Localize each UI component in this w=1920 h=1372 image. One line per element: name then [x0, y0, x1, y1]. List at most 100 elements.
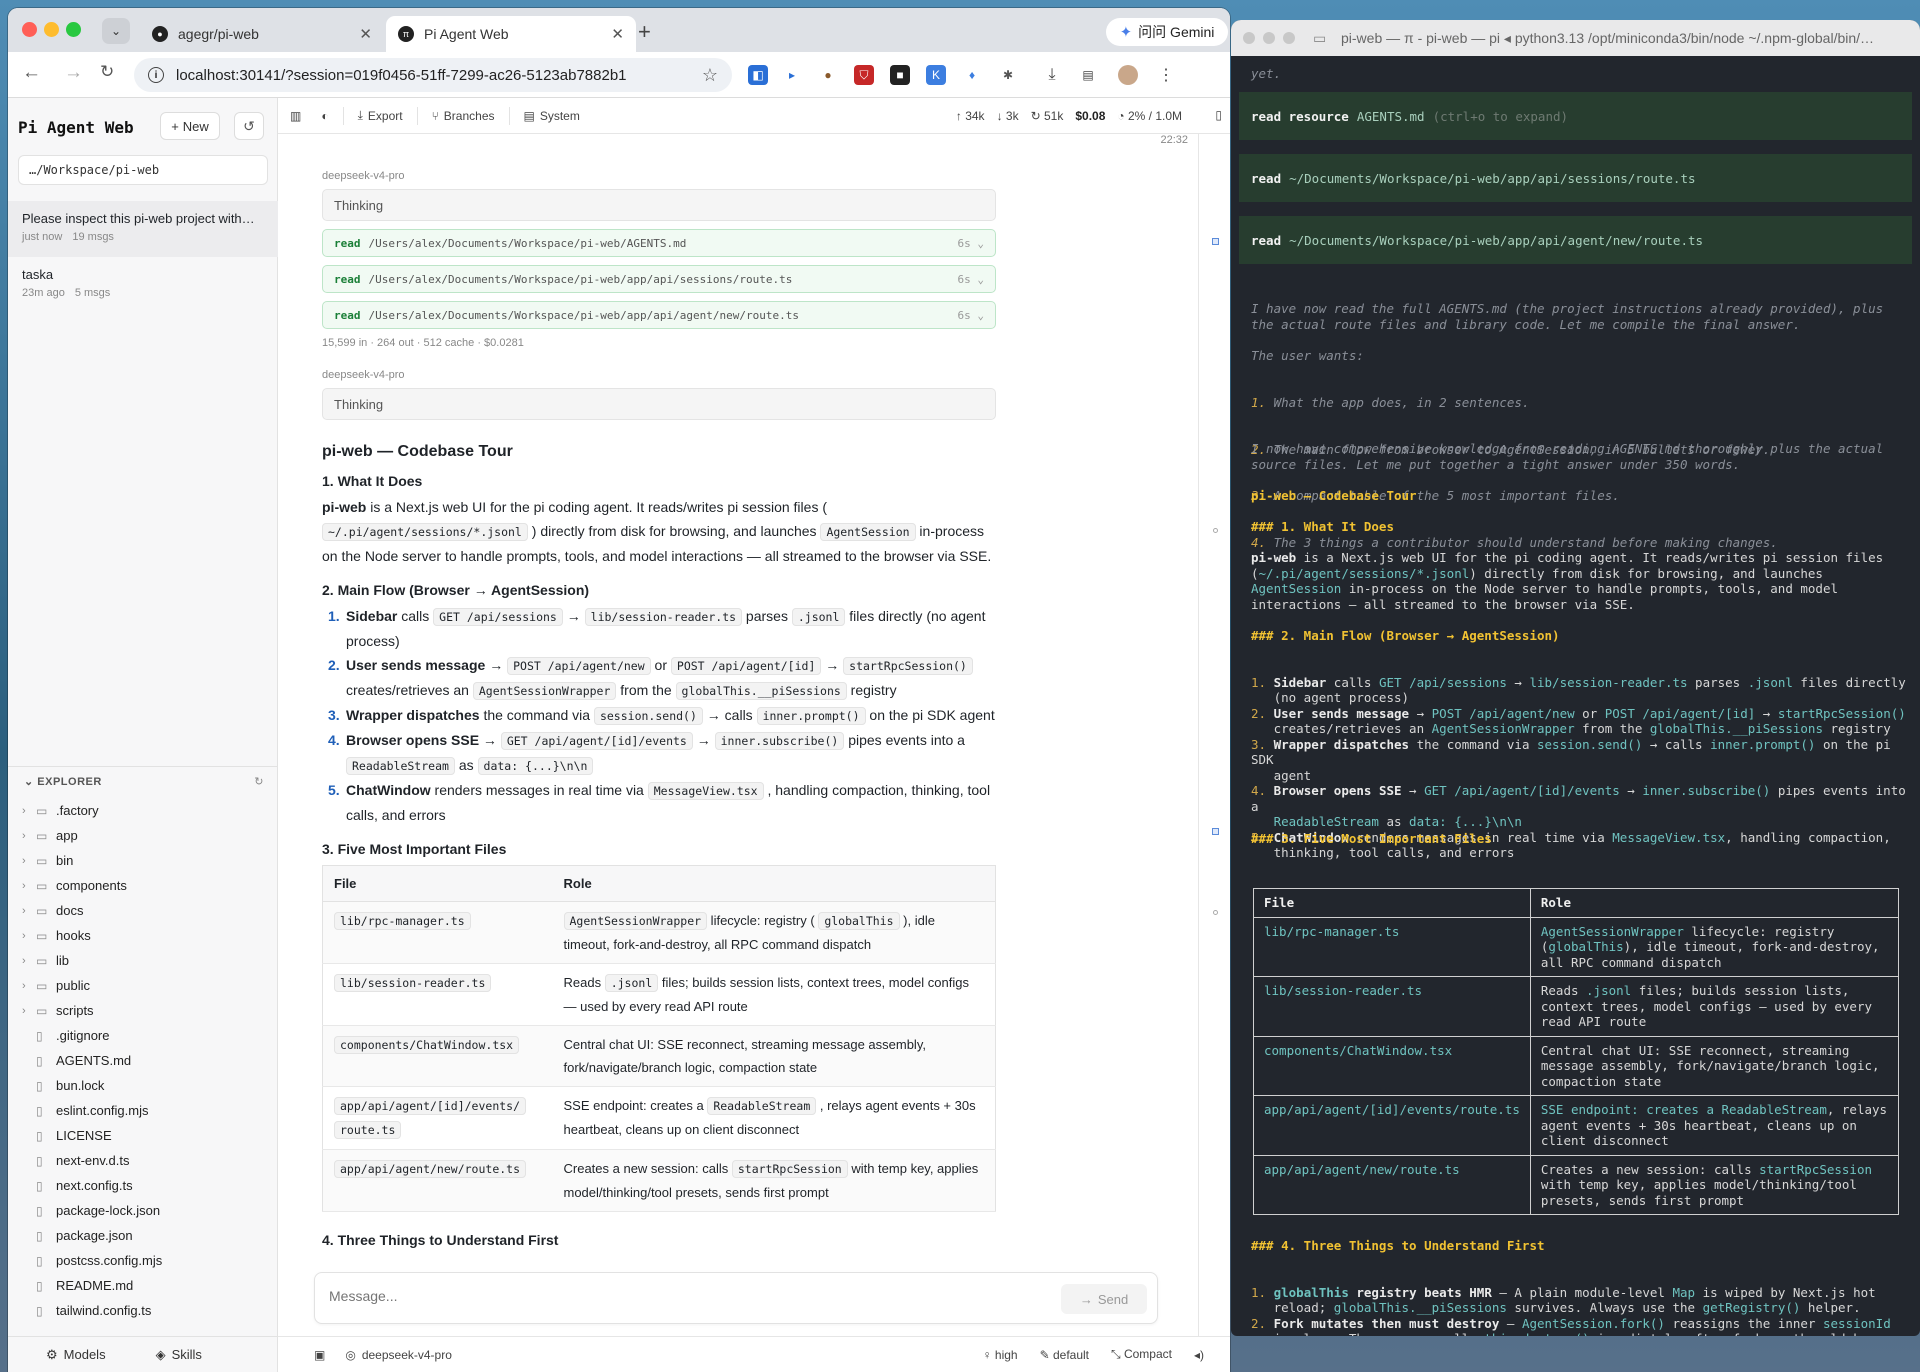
- extension-icon[interactable]: ▸: [782, 65, 802, 85]
- thinking-block[interactable]: Thinking: [322, 189, 996, 221]
- shield-extension-icon[interactable]: ⛉: [854, 65, 874, 85]
- tree-folder[interactable]: › ▭ components: [8, 873, 278, 898]
- session-msgs: 5 msgs: [74, 287, 111, 299]
- rail-marker[interactable]: [1213, 910, 1218, 915]
- export-label: Export: [367, 108, 403, 123]
- tree-folder[interactable]: › ▭ scripts: [8, 998, 278, 1023]
- list-item: 4. Browser opens SSE → GET /api/agent/[id…: [328, 732, 965, 775]
- extension-icon[interactable]: ♦: [962, 65, 982, 85]
- message-input[interactable]: [329, 1288, 1029, 1304]
- terminal-output[interactable]: yet. read resource AGENTS.md (ctrl+o to ex…: [1231, 56, 1920, 1336]
- skills-button[interactable]: ◈ Skills: [156, 1347, 202, 1363]
- tree-file[interactable]: ›▯next-env.d.ts: [8, 1148, 278, 1173]
- explorer-header[interactable]: ⌄ EXPLORER ↻: [8, 766, 278, 790]
- kt-extension-icon[interactable]: K: [926, 65, 946, 85]
- sidebar: Pi Agent Web + New ↺ …/Workspace/pi-web P…: [8, 98, 278, 1372]
- thinking-block[interactable]: Thinking: [322, 388, 996, 420]
- address-bar[interactable]: i localhost:30141/?session=019f0456-51ff…: [134, 58, 732, 92]
- tree-folder[interactable]: › ▭ .factory: [8, 798, 278, 823]
- tree-file[interactable]: ›▯README.md: [8, 1273, 278, 1298]
- close-window-button[interactable]: [22, 22, 37, 37]
- rail-marker[interactable]: [1212, 238, 1219, 245]
- tree-folder[interactable]: › ▭ docs: [8, 898, 278, 923]
- tool-call-row[interactable]: read/Users/alex/Documents/Workspace/pi-w…: [322, 265, 996, 293]
- export-button[interactable]: ⤓ Export: [348, 98, 413, 134]
- tree-folder[interactable]: › ▭ bin: [8, 848, 278, 873]
- avatar[interactable]: [1118, 65, 1138, 85]
- tree-file[interactable]: ›▯tailwind.config.ts: [8, 1298, 278, 1323]
- system-button[interactable]: ▤ System: [514, 98, 590, 134]
- tree-folder[interactable]: › ▭ lib: [8, 948, 278, 973]
- compact-button[interactable]: ⤡ Compact: [1111, 1347, 1172, 1362]
- section-heading: ### 2. Main Flow (Browser → AgentSession…: [1251, 628, 1560, 643]
- app-title: Pi Agent Web: [18, 118, 134, 137]
- attach-image-button[interactable]: ▣: [314, 1348, 325, 1362]
- pi-icon: π: [398, 26, 414, 42]
- thinking-level-selector[interactable]: ♀ high: [983, 1348, 1018, 1362]
- tree-file[interactable]: ›▯eslint.config.mjs: [8, 1098, 278, 1123]
- folder-icon: ▭: [36, 978, 48, 993]
- tree-file[interactable]: ›▯.gitignore: [8, 1023, 278, 1048]
- tree-label: AGENTS.md: [56, 1053, 132, 1068]
- cwd-field[interactable]: …/Workspace/pi-web: [18, 155, 268, 185]
- theme-toggle-button[interactable]: ◐: [311, 98, 338, 134]
- speaker-icon[interactable]: ◂): [1194, 1348, 1204, 1362]
- toggle-panel-icon[interactable]: ▯: [1215, 108, 1222, 122]
- cookie-extension-icon[interactable]: ●: [818, 65, 838, 85]
- bookmark-star-icon[interactable]: ☆: [702, 65, 718, 86]
- list-item: 2. User sends message → POST /api/agent/n…: [322, 653, 996, 703]
- scrollbar[interactable]: [1184, 138, 1192, 1248]
- back-icon[interactable]: ←: [22, 62, 41, 84]
- tool-call-row[interactable]: read/Users/alex/Documents/Workspace/pi-w…: [322, 301, 996, 329]
- tab-github[interactable]: ● agegr/pi-web ✕: [140, 16, 384, 52]
- new-session-button[interactable]: + New: [160, 112, 220, 140]
- new-tab-button[interactable]: +: [638, 19, 651, 45]
- forward-icon[interactable]: →: [64, 62, 83, 84]
- extension-icon[interactable]: ■: [890, 65, 910, 85]
- extensions-puzzle-icon[interactable]: ✱: [998, 65, 1018, 85]
- close-window-button[interactable]: [1243, 32, 1255, 44]
- model-selector[interactable]: ◎ deepseek-v4-pro: [345, 1348, 452, 1362]
- refresh-button[interactable]: ↺: [234, 112, 264, 140]
- reload-icon[interactable]: ↻: [100, 62, 114, 82]
- tree-file[interactable]: ›▯postcss.config.mjs: [8, 1248, 278, 1273]
- file-tree: › ▭ .factory › ▭ app › ▭ bin › ▭ components › ▭ docs › ▭…: [8, 798, 278, 1323]
- tree-folder[interactable]: › ▭ app: [8, 823, 278, 848]
- close-icon[interactable]: ✕: [359, 25, 372, 43]
- session-item[interactable]: Please inspect this pi-web project with……: [8, 201, 278, 257]
- tool-call-row[interactable]: read/Users/alex/Documents/Workspace/pi-w…: [322, 229, 996, 257]
- menu-icon[interactable]: ⋮: [1156, 65, 1176, 85]
- tree-file[interactable]: ›▯package-lock.json: [8, 1198, 278, 1223]
- download-icon[interactable]: ⤓: [1042, 65, 1062, 85]
- tab-pi-agent-web[interactable]: π Pi Agent Web ✕: [386, 16, 636, 52]
- minimize-window-button[interactable]: [44, 22, 59, 37]
- tab-search-button[interactable]: ⌄: [102, 18, 130, 44]
- tree-file[interactable]: ›▯next.config.ts: [8, 1173, 278, 1198]
- branches-button[interactable]: ⑂ Branches: [422, 98, 505, 134]
- pi-agent-web-app: Pi Agent Web + New ↺ …/Workspace/pi-web P…: [8, 98, 1230, 1372]
- gemini-button[interactable]: ✦ 问问 Gemini: [1106, 18, 1228, 46]
- site-info-icon[interactable]: i: [148, 67, 164, 83]
- rail-marker[interactable]: [1213, 528, 1218, 533]
- list-item: 4. The 3 things a contributor should und…: [1251, 534, 1778, 550]
- refresh-icon[interactable]: ↻: [254, 775, 264, 788]
- rail-marker[interactable]: [1212, 828, 1219, 835]
- toggle-sidebar-button[interactable]: ▥: [278, 98, 311, 134]
- zoom-window-button[interactable]: [1283, 32, 1295, 44]
- mode-selector[interactable]: ✎ default: [1040, 1348, 1089, 1362]
- send-button[interactable]: → Send: [1061, 1284, 1147, 1314]
- models-button[interactable]: ⚙ Models: [46, 1347, 106, 1363]
- tree-file[interactable]: ›▯bun.lock: [8, 1073, 278, 1098]
- tree-file[interactable]: ›▯AGENTS.md: [8, 1048, 278, 1073]
- tree-folder[interactable]: › ▭ public: [8, 973, 278, 998]
- sidepanel-icon[interactable]: ▤: [1078, 65, 1098, 85]
- list-item: 3. Wrapper dispatches the command via ses…: [328, 707, 995, 725]
- tree-file[interactable]: ›▯package.json: [8, 1223, 278, 1248]
- tree-file[interactable]: ›▯LICENSE: [8, 1123, 278, 1148]
- extension-icon[interactable]: ◧: [748, 65, 768, 85]
- session-item[interactable]: taska 23m ago 5 msgs: [8, 257, 278, 313]
- close-icon[interactable]: ✕: [611, 25, 624, 43]
- tree-folder[interactable]: › ▭ hooks: [8, 923, 278, 948]
- zoom-window-button[interactable]: [66, 22, 81, 37]
- minimize-window-button[interactable]: [1263, 32, 1275, 44]
